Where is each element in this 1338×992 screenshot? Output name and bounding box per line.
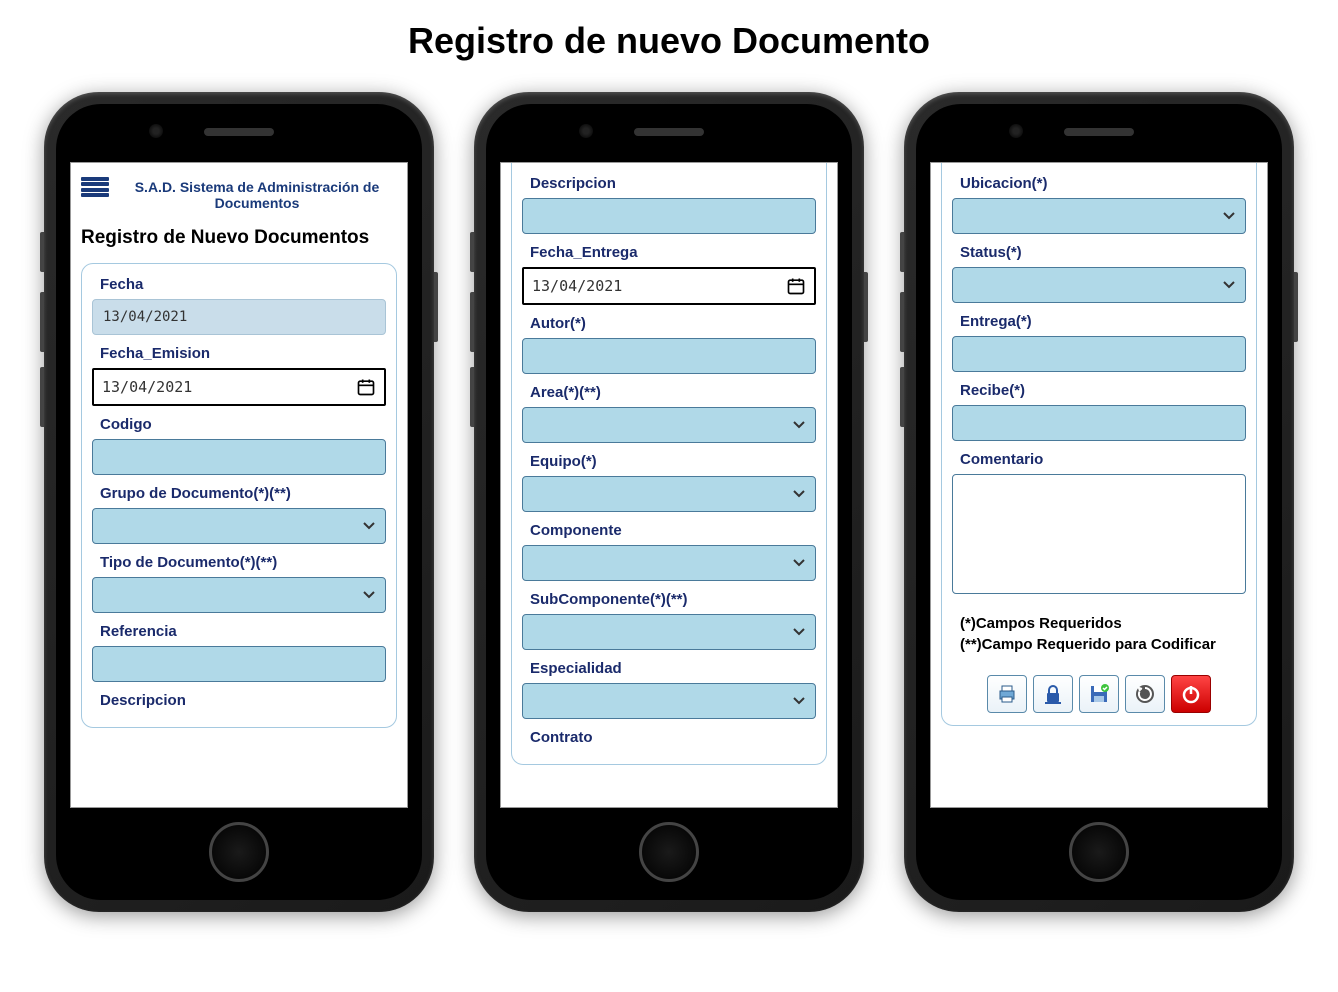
label-autor: Autor(*) xyxy=(522,315,816,332)
textarea-comentario[interactable] xyxy=(952,474,1246,594)
select-grupo-documento[interactable] xyxy=(92,508,386,544)
action-buttons xyxy=(952,669,1246,713)
save-icon xyxy=(1087,682,1111,706)
select-componente[interactable] xyxy=(522,545,816,581)
input-fecha-entrega[interactable]: 13/04/2021 xyxy=(522,267,816,305)
label-comentario: Comentario xyxy=(952,451,1246,468)
phone-mockup-3: Ubicacion(*) Status(*) Entrega(*) R xyxy=(904,92,1294,912)
label-fecha-emision: Fecha_Emision xyxy=(92,345,386,362)
input-descripcion[interactable] xyxy=(522,198,816,234)
label-recibe: Recibe(*) xyxy=(952,382,1246,399)
label-tipo-documento: Tipo de Documento(*)(**) xyxy=(92,554,386,571)
input-codigo[interactable] xyxy=(92,439,386,475)
menu-icon[interactable] xyxy=(81,175,109,199)
home-button-icon xyxy=(209,822,269,882)
print-icon xyxy=(995,682,1019,706)
input-recibe[interactable] xyxy=(952,405,1246,441)
phones-container: S.A.D. Sistema de Administración de Docu… xyxy=(20,92,1318,912)
phone-mockup-1: S.A.D. Sistema de Administración de Docu… xyxy=(44,92,434,912)
select-tipo-documento[interactable] xyxy=(92,577,386,613)
refresh-icon xyxy=(1133,682,1157,706)
lock-button[interactable] xyxy=(1033,675,1073,713)
label-descripcion-1: Descripcion xyxy=(92,692,386,709)
refresh-button[interactable] xyxy=(1125,675,1165,713)
label-especialidad: Especialidad xyxy=(522,660,816,677)
label-fecha-entrega: Fecha_Entrega xyxy=(522,244,816,261)
page-title: Registro de nuevo Documento xyxy=(20,20,1318,62)
label-referencia: Referencia xyxy=(92,623,386,640)
label-contrato: Contrato xyxy=(522,729,816,746)
label-codigo: Codigo xyxy=(92,416,386,433)
input-autor[interactable] xyxy=(522,338,816,374)
select-equipo[interactable] xyxy=(522,476,816,512)
form-panel-2: Descripcion Fecha_Entrega 13/04/2021 Aut… xyxy=(511,163,827,765)
input-referencia[interactable] xyxy=(92,646,386,682)
calendar-icon xyxy=(786,276,806,296)
home-button-icon xyxy=(639,822,699,882)
select-subcomponente[interactable] xyxy=(522,614,816,650)
select-ubicacion[interactable] xyxy=(952,198,1246,234)
input-entrega[interactable] xyxy=(952,336,1246,372)
label-fecha: Fecha xyxy=(92,276,386,293)
legend: (*)Campos Requeridos (**)Campo Requerido… xyxy=(960,613,1246,655)
input-fecha-emision[interactable]: 13/04/2021 xyxy=(92,368,386,406)
save-button[interactable] xyxy=(1079,675,1119,713)
legend-codify: (**)Campo Requerido para Codificar xyxy=(960,634,1246,655)
calendar-icon xyxy=(356,377,376,397)
home-button-icon xyxy=(1069,822,1129,882)
select-area[interactable] xyxy=(522,407,816,443)
label-descripcion-2: Descripcion xyxy=(522,175,816,192)
legend-required: (*)Campos Requeridos xyxy=(960,613,1246,634)
label-componente: Componente xyxy=(522,522,816,539)
label-subcomponente: SubComponente(*)(**) xyxy=(522,591,816,608)
select-status[interactable] xyxy=(952,267,1246,303)
print-button[interactable] xyxy=(987,675,1027,713)
label-status: Status(*) xyxy=(952,244,1246,261)
app-title: S.A.D. Sistema de Administración de Docu… xyxy=(117,175,397,211)
form-title: Registro de Nuevo Documentos xyxy=(81,227,397,249)
phone-mockup-2: Descripcion Fecha_Entrega 13/04/2021 Aut… xyxy=(474,92,864,912)
app-header: S.A.D. Sistema de Administración de Docu… xyxy=(81,171,397,221)
input-fecha xyxy=(92,299,386,335)
lock-icon xyxy=(1041,682,1065,706)
label-grupo-documento: Grupo de Documento(*)(**) xyxy=(92,485,386,502)
form-panel-1: Fecha Fecha_Emision 13/04/2021 Codigo xyxy=(81,263,397,728)
power-button[interactable] xyxy=(1171,675,1211,713)
select-especialidad[interactable] xyxy=(522,683,816,719)
label-entrega: Entrega(*) xyxy=(952,313,1246,330)
label-area: Area(*)(**) xyxy=(522,384,816,401)
power-icon xyxy=(1179,682,1203,706)
form-panel-3: Ubicacion(*) Status(*) Entrega(*) R xyxy=(941,163,1257,726)
label-ubicacion: Ubicacion(*) xyxy=(952,175,1246,192)
label-equipo: Equipo(*) xyxy=(522,453,816,470)
